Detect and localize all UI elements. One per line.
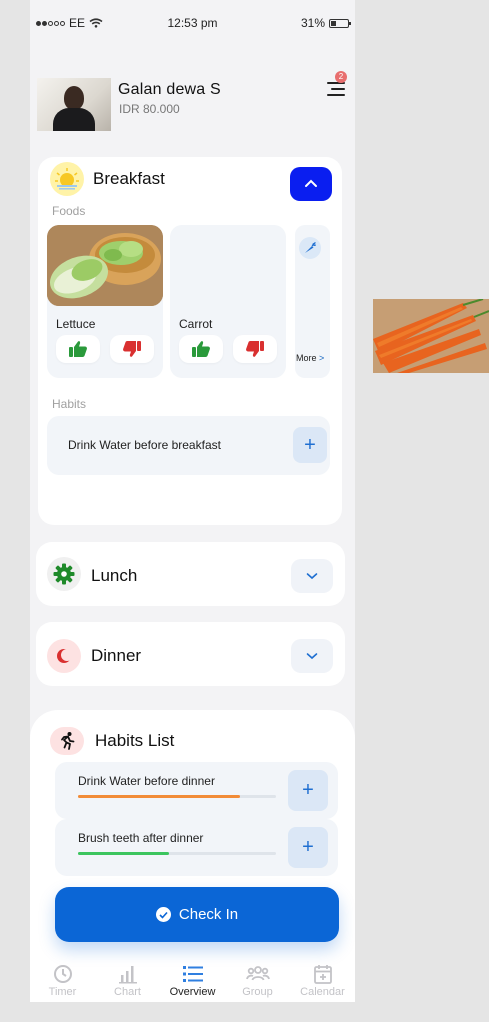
group-icon [245,966,270,981]
avatar[interactable] [37,78,111,131]
tab-chart[interactable]: Chart [95,958,160,1002]
carrot-image[interactable] [373,299,489,373]
clock-icon [53,965,72,983]
dislike-button[interactable] [233,335,277,363]
habit-progress-track [78,795,276,798]
habit-progress-fill [78,852,170,855]
lunch-title: Lunch [91,566,138,585]
tab-label: Calendar [300,986,345,998]
habit-item-label: Drink Water before dinner [78,774,215,788]
dislike-button[interactable] [110,335,154,363]
tab-group[interactable]: Group [225,958,290,1002]
more-link[interactable]: More > [296,353,324,363]
habit-item-label: Brush teeth after dinner [78,831,204,845]
status-bar: EE 12:53 pm 31% [30,14,355,34]
habit-progress-track [78,852,276,855]
food-name: Lettuce [56,317,96,331]
dinner-card[interactable]: Dinner [36,622,345,686]
chevron-down-icon [306,573,318,580]
habit-item[interactable]: Brush teeth after dinner + [55,819,338,876]
habit-item[interactable]: Drink Water before dinner + [55,762,338,819]
notification-badge: 2 [335,71,347,83]
tab-label: Group [242,986,273,998]
moon-icon [47,639,81,673]
tab-label: Timer [48,986,77,998]
food-card-lettuce[interactable]: Lettuce [47,225,163,378]
sunrise-icon [50,162,84,196]
check-in-label: Check In [178,906,239,923]
tab-label: Chart [114,986,141,998]
breakfast-title: Breakfast [93,169,165,188]
chevron-up-icon [305,179,317,187]
breakfast-habit-row[interactable]: Drink Water before breakfast + [47,416,330,475]
like-button[interactable] [179,335,223,363]
tab-calendar[interactable]: Calendar [290,958,355,1002]
dinner-title: Dinner [91,646,142,665]
check-in-button[interactable]: Check In [55,887,339,942]
tab-bar: Timer Chart Overview Group Calendar [30,958,355,1002]
breakfast-collapse-button[interactable] [290,167,332,201]
breakfast-card: Breakfast Foods Lettuce Carrot More > Ha… [38,157,342,525]
habits-list-title: Habits List [95,731,175,750]
add-habit-button[interactable]: + [288,770,328,811]
more-foods-card[interactable]: More > [295,225,330,378]
profile-name: Galan dewa S [118,81,221,98]
tab-timer[interactable]: Timer [30,958,95,1002]
phone-screen: EE 12:53 pm 31% Galan dewa S IDR 80.000 … [30,0,355,1002]
tab-label: Overview [169,986,216,998]
bar-chart-icon [118,966,137,984]
like-button[interactable] [56,335,100,363]
profile-balance: IDR 80.000 [119,102,180,116]
check-icon [155,907,171,922]
food-name: Carrot [179,317,213,331]
lunch-expand-button[interactable] [291,559,333,593]
lunch-card[interactable]: Lunch [36,542,345,606]
lettuce-image [47,225,163,306]
thumbs-down-icon [246,341,264,357]
running-icon [50,727,84,755]
battery: 31% [300,16,351,30]
thumbs-up-icon [69,341,87,357]
carrot-icon [299,237,321,259]
habit-label: Drink Water before breakfast [68,438,221,452]
calendar-icon [313,965,332,984]
gear-icon [47,557,81,591]
thumbs-down-icon [123,341,141,357]
dinner-expand-button[interactable] [291,639,333,673]
list-icon [182,966,203,982]
add-habit-button[interactable]: + [293,427,327,463]
chevron-down-icon [306,653,318,660]
add-habit-button[interactable]: + [288,827,328,868]
habits-label: Habits [52,397,87,411]
tab-overview[interactable]: Overview [160,958,225,1002]
thumbs-up-icon [192,341,210,357]
battery-percent: 31% [300,16,325,30]
foods-label: Foods [52,204,86,218]
habit-progress-fill [78,795,241,798]
food-card-carrot[interactable]: Carrot [170,225,286,378]
battery-icon [329,18,351,28]
